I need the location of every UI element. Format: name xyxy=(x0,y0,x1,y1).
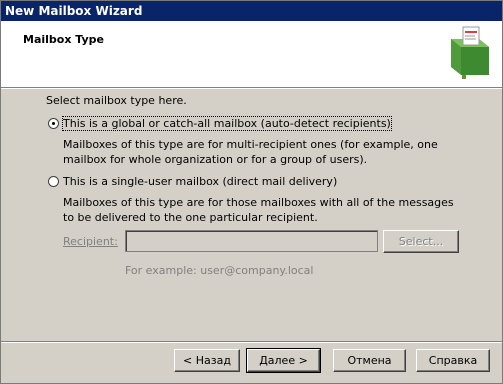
wizard-header: Mailbox Type xyxy=(1,21,502,87)
help-button[interactable]: Справка xyxy=(416,349,490,372)
prompt-text: Select mailbox type here. xyxy=(46,94,187,107)
next-button[interactable]: Далее > xyxy=(246,348,321,373)
back-button[interactable]: < Назад xyxy=(174,349,240,372)
global-mailbox-label[interactable]: This is a global or catch-all mailbox (a… xyxy=(62,116,392,131)
global-mailbox-description: Mailboxes of this type are for multi-rec… xyxy=(63,138,438,166)
recipient-example: For example: user@company.local xyxy=(125,264,314,277)
single-user-mailbox-description: Mailboxes of this type are for those mai… xyxy=(63,196,454,224)
window-title: New Mailbox Wizard xyxy=(1,1,502,21)
single-user-mailbox-label[interactable]: This is a single-user mailbox (direct ma… xyxy=(63,175,337,188)
global-mailbox-radio[interactable] xyxy=(48,118,59,129)
recipient-label: Recipient: xyxy=(63,235,118,248)
page-title: Mailbox Type xyxy=(23,33,104,46)
select-recipient-button[interactable]: Select... xyxy=(383,230,459,253)
single-user-mailbox-radio[interactable] xyxy=(48,176,59,187)
cancel-button[interactable]: Отмена xyxy=(333,349,406,372)
mailbox-icon xyxy=(451,26,489,79)
wizard-window: New Mailbox Wizard Mailbox Type Select m… xyxy=(0,0,503,384)
recipient-input[interactable] xyxy=(125,230,378,252)
